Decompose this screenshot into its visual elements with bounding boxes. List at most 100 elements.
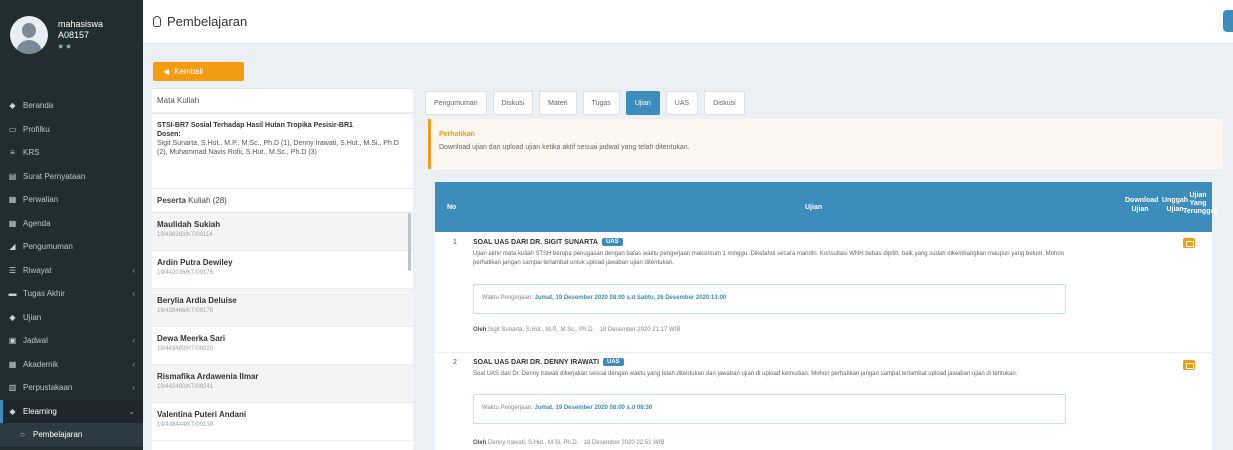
- exam-author-value: Denny Irawati, S.Hut., M.Si, Ph.D. · 18 …: [488, 440, 665, 446]
- back-button-label: Kembali: [174, 67, 204, 76]
- list-item[interactable]: Valentina Puteri Andani 19/438444/KT/0913…: [152, 403, 413, 441]
- exam-title: SOAL UAS DARI DR. DENNY IRAWATI UAS: [473, 358, 624, 366]
- participant-name: Berylia Ardia Deluise: [157, 296, 237, 305]
- back-button[interactable]: ◀ Kembali: [153, 62, 244, 81]
- sidebar-item-riwayat[interactable]: ☰ Riwayat ‹: [0, 259, 143, 283]
- scrollbar[interactable]: [408, 213, 411, 271]
- tab-materi[interactable]: Materi: [539, 91, 577, 115]
- course-info: STSI-BR7 Sosial Terhadap Hasil Hutan Tro…: [152, 114, 413, 184]
- participant-nim: 19/443490/KT/09241: [157, 384, 214, 390]
- tab-diskusi[interactable]: Diskusi: [492, 91, 534, 115]
- exam-author: Oleh Denny Irawati, S.Hut., M.Si, Ph.D. …: [473, 440, 664, 446]
- sidebar-item-label: Akademik: [23, 359, 59, 369]
- content-header: Pembelajaran: [143, 0, 1233, 44]
- row-number: 2: [453, 359, 457, 366]
- sidebar-item-tugas-akhir[interactable]: ▬ Tugas Akhir ‹: [0, 282, 143, 306]
- user-id: A08157: [58, 29, 90, 40]
- sidebar-toggle-button[interactable]: [1223, 10, 1233, 32]
- chevron-icon: ⌄: [128, 406, 135, 416]
- participant-nim: 19/438466/KT/09178: [157, 308, 214, 314]
- arrow-left-icon: ◀: [163, 67, 170, 76]
- sidebar-item-ujian[interactable]: ◆ Ujian: [0, 306, 143, 330]
- tab-uas[interactable]: UAS: [665, 91, 699, 115]
- header-uploaded: Ujian Yang Terunggah: [1183, 192, 1219, 215]
- folder-open-icon[interactable]: [1183, 238, 1195, 248]
- list-item[interactable]: Maulidah Sukiah 19/438283/KT/09114: [152, 213, 413, 251]
- user-info: mahasiswa A08157 ● ●: [58, 19, 103, 52]
- sidebar-item-jadwal[interactable]: ▣ Jadwal ‹: [0, 329, 143, 353]
- sidebar-item-elearning[interactable]: ◆ Elearning ⌄: [0, 399, 143, 423]
- participant-name: Valentina Puteri Andani: [157, 410, 247, 419]
- tab-tugas[interactable]: Tugas: [582, 91, 620, 115]
- course-heading: Mata Kuliah: [152, 88, 413, 113]
- tab-ujian[interactable]: Ujian: [625, 91, 660, 115]
- sidebar-item-label: Surat Pernyataan: [23, 171, 86, 181]
- history-icon: ☰: [8, 265, 17, 275]
- participants-heading-bold: Peserta: [157, 196, 186, 205]
- file-icon: ▤: [8, 171, 17, 181]
- alert-title: Perhatikan: [439, 131, 475, 138]
- exam-description: Soal UAS dari Dr. Denny Irawati dikerjak…: [473, 371, 1018, 377]
- sidebar-item-label: Perwalian: [23, 195, 59, 205]
- sidebar-item-profilku[interactable]: ▭ Profilku: [0, 118, 143, 142]
- exam-title-text: SOAL UAS DARI DR. DENNY IRAWATI: [473, 358, 600, 366]
- exam-time-box: Waktu Pengerjaan: Jumat, 19 Desember 202…: [473, 284, 1066, 314]
- dashboard-icon: ◆: [9, 101, 16, 111]
- notice-alert: Perhatikan Download ujian dan upload uji…: [428, 119, 1223, 169]
- participant-name: Rismafika Ardawenia Ilmar: [157, 372, 259, 381]
- sidebar-item-perpustakaan[interactable]: ▥ Perpustakaan ‹: [0, 376, 143, 400]
- exam-author-label: Oleh: [473, 327, 487, 333]
- sidebar-item-label: KRS: [23, 148, 40, 158]
- tab-pengumuman[interactable]: Pengumuman: [425, 91, 487, 115]
- sidebar-item-label: Pembelajaran: [33, 430, 83, 440]
- sidebar-item-label: Perpustakaan: [23, 383, 73, 393]
- sidebar-item-beranda[interactable]: ◆ Beranda: [0, 94, 143, 118]
- list-item[interactable]: Rismafika Ardawenia Ilmar 19/443490/KT/09…: [152, 365, 413, 403]
- participants-list[interactable]: Maulidah Sukiah 19/438283/KT/09114 Ardin P…: [152, 213, 413, 443]
- page-title: Pembelajaran: [153, 14, 247, 29]
- tab-bar: Pengumuman Diskusi Materi Tugas Ujian UAS Disk…: [425, 91, 745, 115]
- header-download: Download Ujian: [1125, 197, 1159, 213]
- sidebar-item-label: Agenda: [23, 218, 51, 228]
- bullhorn-icon: ◢: [9, 242, 16, 252]
- exam-time-box: Waktu Pengerjaan: Jumat, 19 Desember 202…: [473, 394, 1066, 424]
- sidebar-menu: ◆ Beranda ▭ Profilku ≡ KRS ▤ Surat Pernyataan ▦ P…: [0, 94, 143, 447]
- chevron-icon: ‹: [132, 336, 135, 346]
- exam-description: Ujian akhir mata kuliah STSH berupa penu…: [473, 251, 1065, 266]
- sidebar-item-krs[interactable]: ≡ KRS: [0, 141, 143, 165]
- sidebar-item-label: Elearning: [23, 406, 57, 416]
- tab-diskusi[interactable]: Diskusi: [704, 91, 745, 115]
- participant-name: Dewa Meerka Sari: [157, 334, 226, 343]
- list-item[interactable]: Dewa Meerka Sari 19/443489/KT/09220: [152, 327, 413, 365]
- exam-table: No Ujian Download Ujian Unggah Ujian Uji…: [435, 182, 1219, 450]
- chevron-icon: ‹: [132, 289, 135, 299]
- sidebar-item-label: Beranda: [23, 101, 54, 111]
- sidebar-item-label: Profilku: [23, 124, 50, 134]
- dosen-label: Dosen:: [157, 131, 181, 138]
- sidebar-item-label: Jadwal: [23, 336, 48, 346]
- sidebar-item-pembelajaran[interactable]: ○ Pembelajaran: [0, 423, 143, 447]
- sidebar-item-label: Pengumuman: [23, 242, 73, 252]
- participant-name: Maulidah Sukiah: [157, 220, 221, 229]
- sidebar-item-agenda[interactable]: ▦ Agenda: [0, 212, 143, 236]
- calendar-icon: ▦: [8, 218, 17, 228]
- sidebar-item-akademik[interactable]: ▦ Akademik ‹: [0, 353, 143, 377]
- participant-nim: 19/443489/KT/09220: [157, 346, 214, 352]
- sidebar: mahasiswa A08157 ● ● ◆ Beranda ▭ Profilku ≡ K…: [0, 0, 143, 450]
- sidebar-item-pengumuman[interactable]: ◢ Pengumuman: [0, 235, 143, 259]
- sidebar-item-surat-pernyataan[interactable]: ▤ Surat Pernyataan: [0, 165, 143, 189]
- list-item[interactable]: Berylia Ardia Deluise 19/438466/KT/09178: [152, 289, 413, 327]
- chevron-icon: ‹: [132, 383, 135, 393]
- participant-nim: 19/438444/KT/09138: [157, 422, 214, 428]
- table-icon: ▦: [8, 195, 17, 205]
- course-name: STSI-BR7 Sosial Terhadap Hasil Hutan Tro…: [157, 122, 353, 129]
- participants-heading: Peserta Kuliah (28): [152, 188, 413, 213]
- list-icon: ≡: [10, 148, 15, 158]
- circle-icon: ○: [20, 430, 25, 440]
- exam-time-label: Waktu Pengerjaan:: [482, 295, 533, 301]
- list-item[interactable]: Ardin Putra Dewiley 19/442036/KT/09175: [152, 251, 413, 289]
- folder-open-icon[interactable]: [1183, 360, 1195, 370]
- exam-title: SOAL UAS DARI DR. SIGIT SUNARTA UAS: [473, 238, 623, 246]
- sidebar-item-perwalian[interactable]: ▦ Perwalian: [0, 188, 143, 212]
- user-name: mahasiswa: [58, 18, 104, 29]
